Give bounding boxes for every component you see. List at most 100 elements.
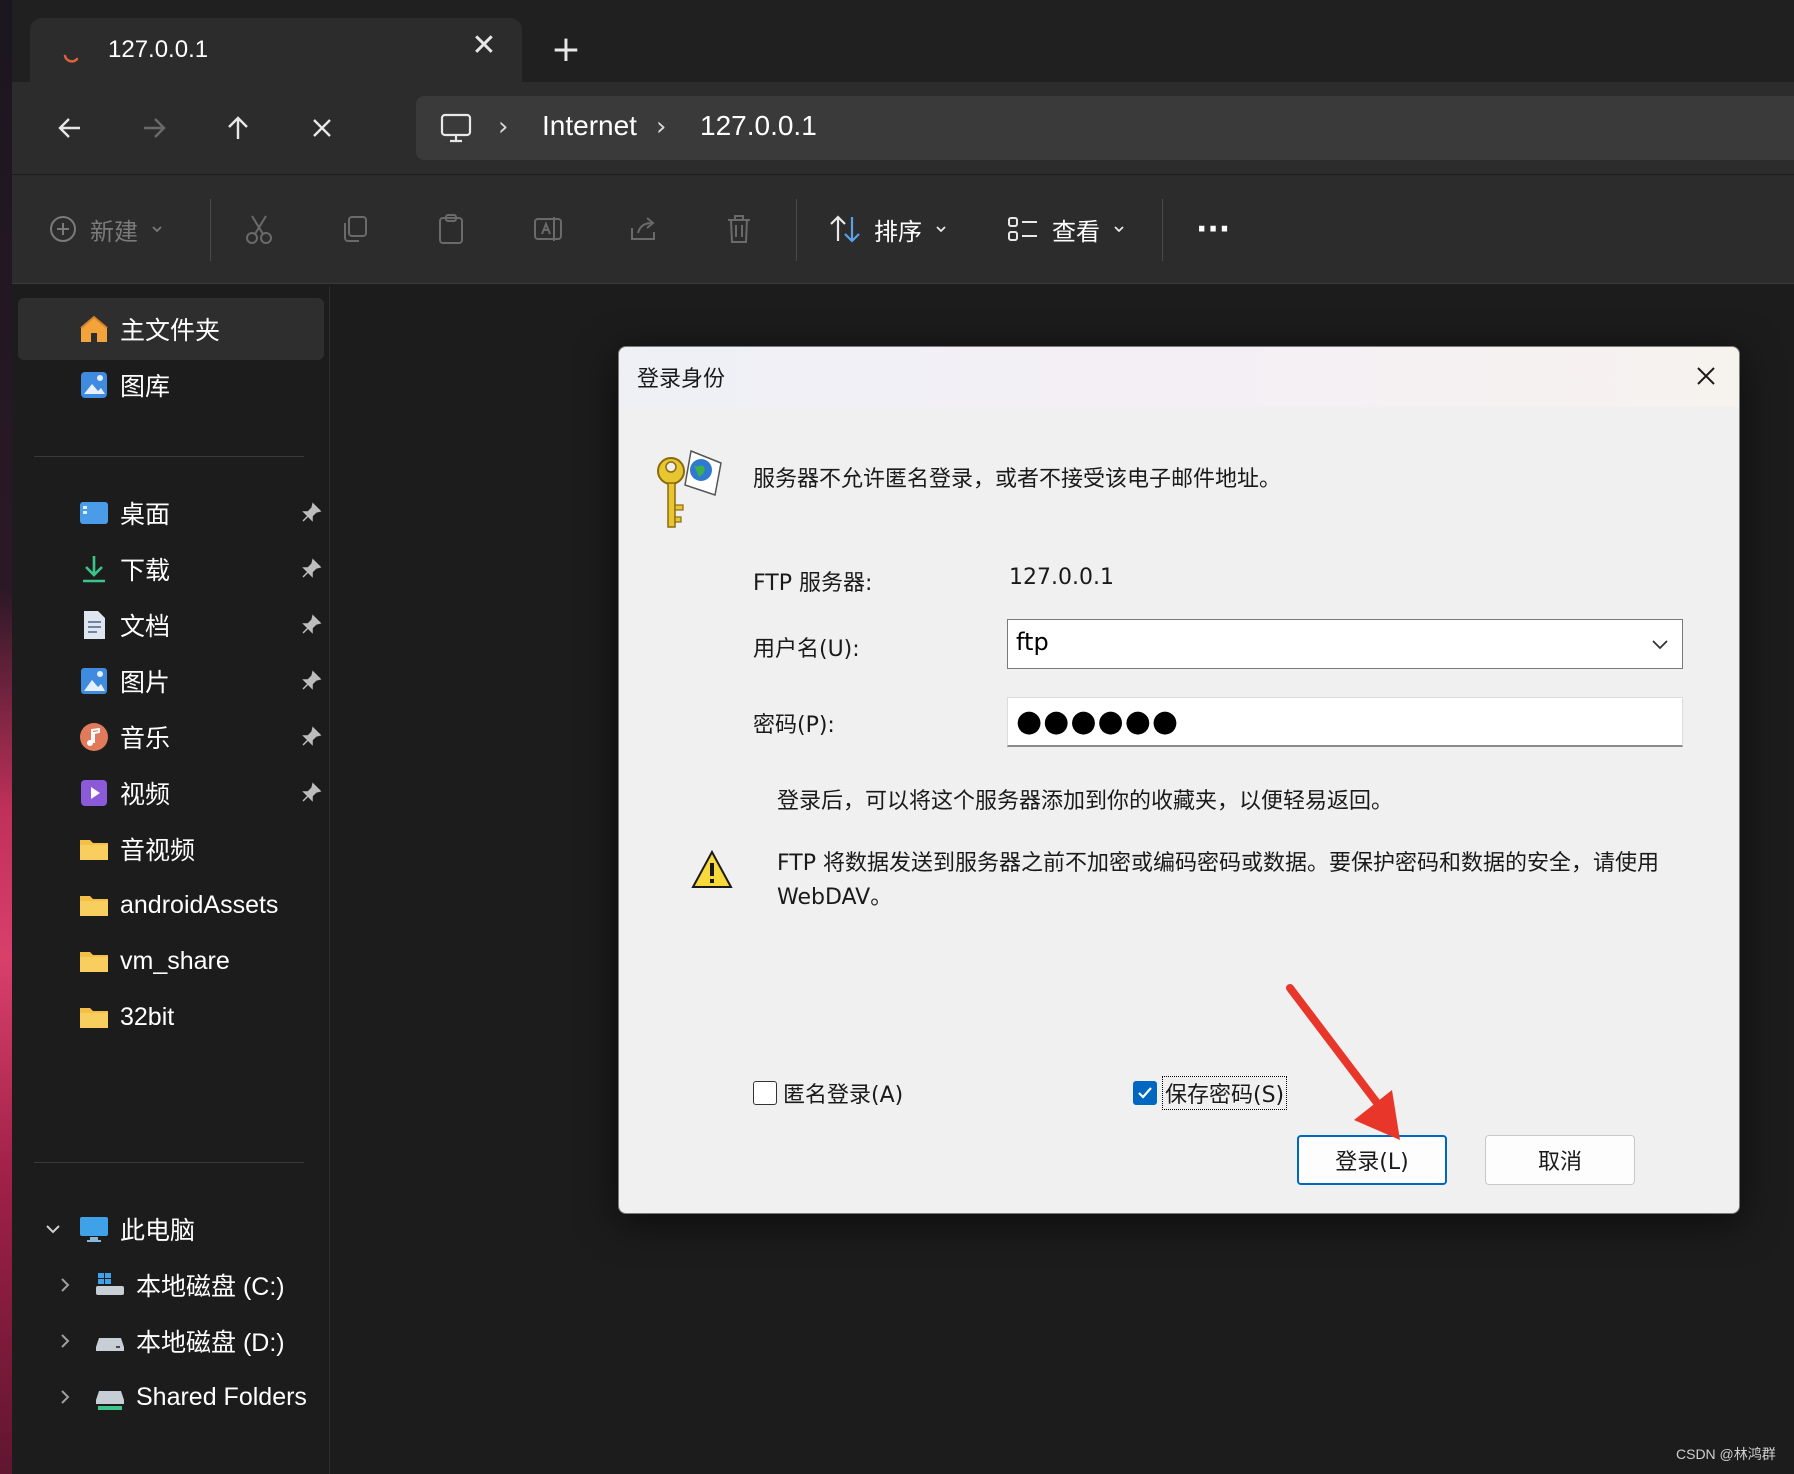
chevron-down-icon[interactable] bbox=[42, 1218, 64, 1240]
sidebar-item-desktop[interactable]: 桌面 bbox=[18, 482, 324, 544]
pc-icon bbox=[80, 1217, 108, 1242]
view-button[interactable]: 查看 bbox=[1006, 205, 1126, 253]
view-label: 查看 bbox=[1052, 217, 1100, 246]
forward-button[interactable] bbox=[130, 104, 178, 152]
password-input[interactable]: ●●●●●● bbox=[1016, 704, 1179, 739]
cut-button[interactable] bbox=[244, 205, 274, 253]
rename-icon bbox=[534, 217, 562, 241]
loading-spinner-icon bbox=[63, 54, 79, 63]
cancel-button[interactable]: 取消 bbox=[1485, 1135, 1635, 1185]
close-icon: ✕ bbox=[471, 28, 497, 63]
paste-button[interactable] bbox=[436, 205, 466, 253]
navigation-bar: › Internet › 127.0.0.1 bbox=[12, 82, 1794, 174]
pin-icon[interactable] bbox=[300, 670, 322, 692]
sidebar-item-label: 主文件夹 bbox=[120, 317, 221, 345]
drive-c-icon bbox=[96, 1273, 124, 1295]
login-dialog: 登录身份 服务器不允许匿名登录，或者不接受该电子邮件地址。 FTP 服务器: 1… bbox=[618, 346, 1740, 1214]
gallery-icon bbox=[81, 372, 107, 398]
plus-icon: + bbox=[550, 29, 582, 70]
warning-icon bbox=[691, 849, 733, 888]
sidebar-item-shared-folders[interactable]: Shared Folders bbox=[18, 1366, 324, 1428]
sidebar-item-drive-d[interactable]: 本地磁盘 (D:) bbox=[18, 1310, 324, 1372]
chevron-right-icon[interactable] bbox=[54, 1274, 76, 1296]
sidebar-item-folder-androidassets[interactable]: androidAssets bbox=[18, 874, 324, 936]
anonymous-login-checkbox[interactable]: 匿名登录(A) bbox=[753, 1077, 903, 1109]
copy-icon bbox=[344, 216, 367, 242]
sidebar-item-label: 文档 bbox=[120, 613, 171, 641]
stop-button[interactable] bbox=[298, 104, 346, 152]
share-button[interactable] bbox=[628, 205, 660, 253]
up-button[interactable] bbox=[214, 104, 262, 152]
pin-icon[interactable] bbox=[300, 614, 322, 636]
pin-icon[interactable] bbox=[300, 782, 322, 804]
save-password-checkbox[interactable]: 保存密码(S) bbox=[1133, 1076, 1288, 1110]
sidebar-item-label: 本地磁盘 (D:) bbox=[136, 1329, 285, 1357]
dialog-close-button[interactable] bbox=[1689, 359, 1723, 393]
navigation-pane: 主文件夹 图库 桌面 下载 文档 图片 音乐 视频 音视频 androidAss… bbox=[12, 286, 330, 1474]
sidebar-item-videos[interactable]: 视频 bbox=[18, 762, 324, 824]
divider bbox=[34, 456, 304, 457]
new-label: 新建 bbox=[90, 217, 138, 246]
sidebar-item-label: 32bit bbox=[120, 1002, 175, 1031]
checkmark-icon bbox=[1138, 1087, 1152, 1099]
delete-button[interactable] bbox=[724, 205, 754, 253]
username-input[interactable]: ftp bbox=[1016, 628, 1049, 656]
tab-127-0-0-1[interactable]: 127.0.0.1 ✕ bbox=[30, 18, 522, 82]
pin-icon[interactable] bbox=[300, 502, 322, 524]
sidebar-item-label: 图片 bbox=[120, 669, 171, 697]
document-icon bbox=[84, 611, 105, 639]
chevron-right-icon: › bbox=[498, 112, 509, 142]
clipboard-icon bbox=[439, 214, 463, 244]
breadcrumb-host[interactable]: 127.0.0.1 bbox=[700, 110, 817, 142]
sidebar-item-downloads[interactable]: 下载 bbox=[18, 538, 324, 600]
address-bar[interactable]: › Internet › 127.0.0.1 bbox=[416, 96, 1794, 160]
checkbox-box[interactable] bbox=[1133, 1081, 1157, 1105]
anonymous-login-label[interactable]: 匿名登录(A) bbox=[783, 1077, 903, 1109]
sidebar-item-home[interactable]: 主文件夹 bbox=[18, 298, 324, 360]
username-combobox[interactable]: ftp bbox=[1007, 619, 1683, 669]
sidebar-item-documents[interactable]: 文档 bbox=[18, 594, 324, 656]
back-button[interactable] bbox=[46, 104, 94, 152]
arrow-left-icon bbox=[58, 118, 80, 138]
sidebar-item-pictures[interactable]: 图片 bbox=[18, 650, 324, 712]
sidebar-item-gallery[interactable]: 图库 bbox=[18, 354, 324, 416]
rename-button[interactable] bbox=[532, 205, 564, 253]
pin-icon[interactable] bbox=[300, 558, 322, 580]
new-button[interactable]: 新建 bbox=[48, 205, 164, 253]
sidebar-item-label: vm_share bbox=[120, 946, 230, 975]
divider bbox=[1162, 199, 1163, 261]
tab-strip: 127.0.0.1 ✕ + bbox=[12, 0, 1794, 82]
chevron-right-icon[interactable] bbox=[54, 1330, 76, 1352]
home-icon bbox=[80, 315, 108, 342]
new-tab-button[interactable]: + bbox=[540, 28, 592, 72]
copy-button[interactable] bbox=[340, 205, 370, 253]
plus-circle-icon bbox=[50, 216, 76, 242]
tab-title: 127.0.0.1 bbox=[108, 36, 209, 63]
pictures-icon bbox=[81, 668, 107, 694]
password-label: 密码(P): bbox=[753, 713, 835, 738]
sort-button[interactable]: 排序 bbox=[828, 205, 948, 253]
music-icon bbox=[80, 723, 108, 751]
desktop-icon bbox=[80, 502, 108, 524]
breadcrumb-internet[interactable]: Internet bbox=[542, 110, 637, 142]
sidebar-item-folder-32bit[interactable]: 32bit bbox=[18, 986, 324, 1048]
pin-icon[interactable] bbox=[300, 726, 322, 748]
sidebar-item-music[interactable]: 音乐 bbox=[18, 706, 324, 768]
arrow-right-icon bbox=[144, 118, 166, 138]
checkbox-box[interactable] bbox=[753, 1081, 777, 1105]
chevron-right-icon[interactable] bbox=[54, 1386, 76, 1408]
folder-icon bbox=[80, 952, 108, 972]
close-tab-button[interactable]: ✕ bbox=[466, 28, 502, 64]
share-icon bbox=[631, 217, 655, 240]
sidebar-item-folder-media[interactable]: 音视频 bbox=[18, 818, 324, 880]
chevron-down-icon[interactable] bbox=[1648, 632, 1672, 656]
password-field[interactable]: ●●●●●● bbox=[1007, 697, 1683, 747]
more-options-button[interactable]: ··· bbox=[1196, 205, 1230, 253]
server-value: 127.0.0.1 bbox=[1009, 565, 1114, 590]
save-password-label[interactable]: 保存密码(S) bbox=[1161, 1076, 1288, 1110]
sidebar-item-this-pc[interactable]: 此电脑 bbox=[18, 1198, 324, 1260]
dialog-titlebar: 登录身份 bbox=[619, 347, 1739, 407]
sidebar-item-drive-c[interactable]: 本地磁盘 (C:) bbox=[18, 1254, 324, 1316]
sidebar-item-folder-vm-share[interactable]: vm_share bbox=[18, 930, 324, 992]
folder-icon bbox=[80, 1008, 108, 1028]
